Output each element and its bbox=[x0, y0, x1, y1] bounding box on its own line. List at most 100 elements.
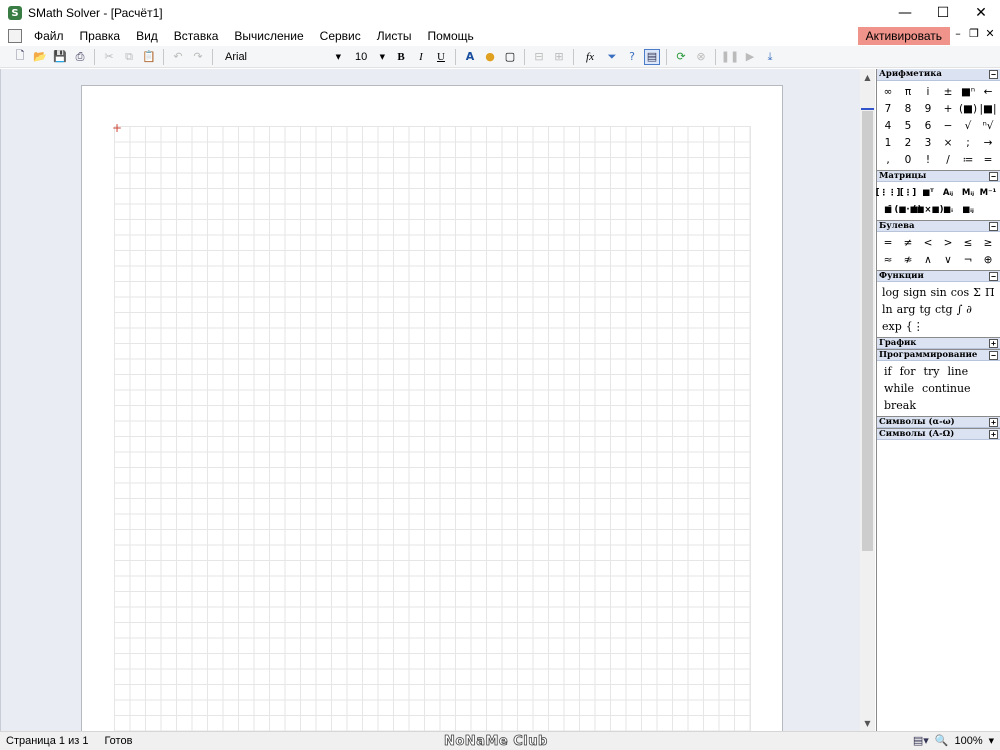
italic-button[interactable]: I bbox=[413, 49, 429, 65]
doc-restore-button[interactable]: ❐ bbox=[968, 27, 980, 40]
insert-function-button[interactable]: fx bbox=[580, 49, 600, 65]
palette-button[interactable]: (■) bbox=[958, 100, 978, 117]
palette-button[interactable]: √ bbox=[958, 117, 978, 134]
pause-icon[interactable]: ❚❚ bbox=[721, 49, 739, 65]
palette-button[interactable]: + bbox=[938, 100, 958, 117]
palette-button[interactable]: / bbox=[938, 151, 958, 168]
menu-sheets[interactable]: Листы bbox=[369, 26, 420, 46]
underline-button[interactable]: U bbox=[433, 49, 449, 65]
cut-icon[interactable]: ✂ bbox=[101, 49, 117, 65]
palette-button[interactable]: ≤ bbox=[958, 234, 978, 251]
recalculate-icon[interactable]: ⟳ bbox=[673, 49, 689, 65]
align-horizontal-icon[interactable]: ⊟ bbox=[531, 49, 547, 65]
palette-button[interactable]: 6 bbox=[918, 117, 938, 134]
palette-button[interactable]: |■| bbox=[978, 100, 998, 117]
palette-button[interactable]: , bbox=[878, 151, 898, 168]
palette-button[interactable]: 9 bbox=[918, 100, 938, 117]
palette-button[interactable]: ≠ bbox=[898, 234, 918, 251]
palette-button[interactable]: > bbox=[938, 234, 958, 251]
palette-button[interactable]: ln bbox=[880, 301, 895, 318]
palette-button[interactable]: 0 bbox=[898, 151, 918, 168]
palette-button[interactable]: 1 bbox=[878, 134, 898, 151]
palette-button[interactable]: ¬ bbox=[958, 251, 978, 268]
palette-button[interactable]: < bbox=[918, 234, 938, 251]
palette-button[interactable]: sign bbox=[901, 284, 928, 301]
palette-button[interactable]: if bbox=[880, 363, 896, 380]
section-arithmetic-header[interactable]: Арифметика − bbox=[877, 69, 1000, 81]
bold-button[interactable]: B bbox=[393, 49, 409, 65]
doc-close-button[interactable]: ✕ bbox=[984, 27, 996, 40]
palette-button[interactable]: i bbox=[918, 83, 938, 100]
palette-button[interactable]: ∂ bbox=[964, 301, 974, 318]
palette-button[interactable]: 2 bbox=[898, 134, 918, 151]
palette-button[interactable]: cos bbox=[949, 284, 971, 301]
text-color-icon[interactable]: A bbox=[462, 49, 478, 65]
palette-button[interactable]: log bbox=[880, 284, 901, 301]
palette-button[interactable]: tg bbox=[917, 301, 932, 318]
palette-button[interactable]: ⁿ√ bbox=[978, 117, 998, 134]
scroll-down-icon[interactable]: ▼ bbox=[860, 715, 875, 731]
palette-button[interactable]: ; bbox=[958, 134, 978, 151]
palette-button[interactable]: exp bbox=[880, 318, 904, 335]
section-matrices-header[interactable]: Матрицы − bbox=[877, 170, 1000, 182]
palette-button[interactable]: 4 bbox=[878, 117, 898, 134]
palette-button[interactable]: ∞ bbox=[878, 83, 898, 100]
expand-icon[interactable]: + bbox=[989, 339, 998, 348]
palette-button[interactable]: × bbox=[938, 134, 958, 151]
paste-icon[interactable]: 📋 bbox=[141, 49, 157, 65]
zoom-level[interactable]: 100% bbox=[954, 735, 982, 747]
palette-button[interactable]: 7 bbox=[878, 100, 898, 117]
doc-minimize-button[interactable]: – bbox=[952, 27, 964, 40]
section-programming-header[interactable]: Программирование − bbox=[877, 349, 1000, 361]
undo-icon[interactable]: ↶ bbox=[170, 49, 186, 65]
palette-button[interactable]: continue bbox=[918, 380, 975, 397]
collapse-icon[interactable]: − bbox=[989, 172, 998, 181]
step-into-icon[interactable]: ⤓ bbox=[762, 49, 778, 65]
palette-button[interactable]: ■ᵢⱼ bbox=[958, 201, 978, 218]
stop-icon[interactable]: ⊗ bbox=[693, 49, 709, 65]
collapse-icon[interactable]: − bbox=[989, 222, 998, 231]
palette-button[interactable]: ≈ bbox=[878, 251, 898, 268]
palette-button[interactable]: M⁻¹ bbox=[978, 184, 998, 201]
palette-button[interactable]: π bbox=[898, 83, 918, 100]
expand-icon[interactable]: + bbox=[989, 418, 998, 427]
worksheet-grid[interactable] bbox=[114, 126, 751, 750]
palette-button[interactable]: Aᵢⱼ bbox=[938, 184, 958, 201]
palette-button[interactable]: ctg bbox=[933, 301, 955, 318]
activate-button[interactable]: Активировать bbox=[857, 27, 950, 45]
page-layout-icon[interactable]: ▤▾ bbox=[913, 734, 929, 747]
palette-button[interactable]: 5 bbox=[898, 117, 918, 134]
section-symbols-lower-header[interactable]: Символы (α-ω) + bbox=[877, 416, 1000, 428]
palette-button[interactable]: ■ⁿ bbox=[958, 83, 978, 100]
palette-button[interactable]: arg bbox=[895, 301, 918, 318]
font-size-select[interactable]: 10 ▼ bbox=[353, 48, 387, 66]
palette-button[interactable]: try bbox=[920, 363, 944, 380]
palette-button[interactable]: ∧ bbox=[918, 251, 938, 268]
palette-button[interactable]: ∫ bbox=[955, 301, 965, 318]
palette-button[interactable]: 8 bbox=[898, 100, 918, 117]
document-icon[interactable] bbox=[8, 29, 22, 43]
section-functions-header[interactable]: Функции − bbox=[877, 270, 1000, 282]
palette-button[interactable]: ≉ bbox=[898, 251, 918, 268]
font-family-select[interactable]: Arial ▼ bbox=[221, 48, 345, 66]
palette-button[interactable]: − bbox=[938, 117, 958, 134]
palette-button[interactable]: break bbox=[880, 397, 920, 414]
border-icon[interactable]: ▢ bbox=[502, 49, 518, 65]
document-workspace[interactable]: + bbox=[0, 69, 860, 750]
palette-button[interactable]: for bbox=[896, 363, 920, 380]
menu-calculation[interactable]: Вычисление bbox=[226, 26, 311, 46]
filter-icon[interactable]: ⏷ bbox=[604, 49, 620, 65]
redo-icon[interactable]: ↷ bbox=[190, 49, 206, 65]
palette-button[interactable]: {⋮ bbox=[904, 318, 926, 335]
menu-tools[interactable]: Сервис bbox=[312, 26, 369, 46]
palette-button[interactable]: ± bbox=[938, 83, 958, 100]
print-icon[interactable]: ⎙ bbox=[72, 49, 88, 65]
scroll-up-icon[interactable]: ▲ bbox=[860, 69, 875, 85]
section-graph-header[interactable]: График + bbox=[877, 337, 1000, 349]
new-document-icon[interactable]: 🗋 bbox=[12, 49, 28, 65]
palette-button[interactable]: Σ bbox=[971, 284, 983, 301]
palette-button[interactable]: = bbox=[878, 234, 898, 251]
palette-button[interactable]: 3 bbox=[918, 134, 938, 151]
palette-button[interactable]: ≔ bbox=[958, 151, 978, 168]
menu-insert[interactable]: Вставка bbox=[166, 26, 227, 46]
